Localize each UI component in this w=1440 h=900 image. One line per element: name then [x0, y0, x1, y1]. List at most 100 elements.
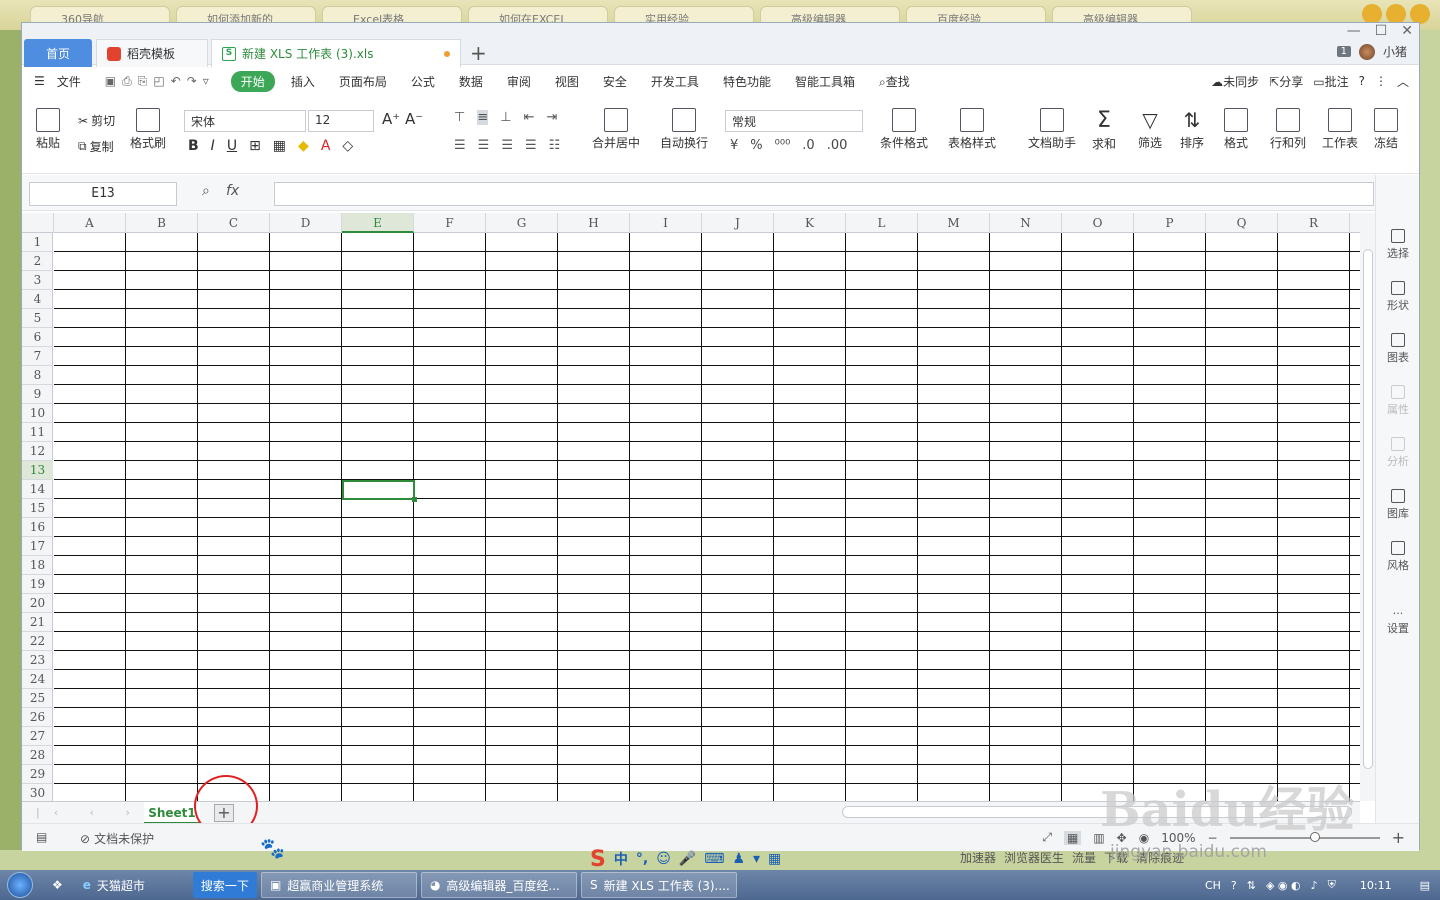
row-header[interactable]: 15: [22, 499, 53, 518]
punctuation-icon[interactable]: °,: [636, 851, 648, 867]
side-select-button[interactable]: 选择: [1376, 229, 1420, 261]
indent-decrease-icon[interactable]: ⇤: [524, 110, 535, 125]
align-bottom-icon[interactable]: ⊥: [500, 110, 511, 125]
toolbox-icon[interactable]: ▦: [768, 851, 781, 867]
menu-features[interactable]: 特色功能: [711, 73, 783, 90]
column-header[interactable]: B: [126, 213, 198, 233]
align-right-icon[interactable]: ☰: [501, 138, 513, 153]
accelerator-button[interactable]: 加速器: [960, 849, 996, 866]
emoji-icon[interactable]: ☺: [656, 851, 671, 867]
row-header[interactable]: 12: [22, 442, 53, 461]
show-desktop-icon[interactable]: ▤: [1420, 879, 1430, 892]
zoom-in-icon[interactable]: +: [1392, 828, 1405, 847]
font-grow-shrink[interactable]: A⁺ A⁻: [382, 110, 423, 128]
side-gallery-button[interactable]: 图库: [1376, 489, 1420, 521]
filter-button[interactable]: ▽ 筛选: [1138, 108, 1162, 151]
fill-color-icon[interactable]: ◆: [298, 138, 309, 154]
column-header[interactable]: O: [1062, 213, 1134, 233]
help-icon[interactable]: ?: [1231, 879, 1237, 892]
side-settings-button[interactable]: ··· 设置: [1376, 607, 1420, 636]
font-color-icon[interactable]: A: [321, 138, 331, 154]
fill-pattern-icon[interactable]: ▦: [273, 138, 286, 154]
freeze-button[interactable]: 冻结: [1374, 108, 1398, 151]
column-header[interactable]: Q: [1206, 213, 1278, 233]
column-header[interactable]: L: [846, 213, 918, 233]
share-button[interactable]: ⇱分享: [1269, 73, 1303, 90]
browser-doctor-button[interactable]: 浏览器医生: [1004, 849, 1064, 866]
menu-smart-toolbox[interactable]: 智能工具箱: [783, 73, 867, 90]
align-middle-icon[interactable]: ≡: [477, 110, 489, 125]
volume-icon[interactable]: ♪: [1311, 879, 1318, 892]
row-header-selected[interactable]: 13: [22, 461, 53, 480]
taskbar-search-button[interactable]: 搜索一下: [192, 872, 257, 898]
distribute-icon[interactable]: ☷: [549, 138, 561, 153]
row-header[interactable]: 20: [22, 594, 53, 613]
format-painter-button[interactable]: 格式刷: [130, 108, 166, 151]
formula-input[interactable]: [274, 182, 1374, 206]
eraser-icon[interactable]: ◇: [342, 138, 353, 154]
fullscreen-icon[interactable]: ⤢: [1042, 830, 1052, 845]
align-top-icon[interactable]: ⊤: [454, 110, 465, 125]
row-header[interactable]: 10: [22, 404, 53, 423]
network-icon[interactable]: ⇅: [1247, 879, 1256, 892]
row-header[interactable]: 1: [22, 233, 53, 252]
column-header[interactable]: K: [774, 213, 846, 233]
insert-function-icon[interactable]: fx: [226, 183, 239, 199]
menu-insert[interactable]: 插入: [279, 73, 327, 90]
border-icon[interactable]: ⊞: [249, 138, 261, 154]
collapse-ribbon-icon[interactable]: ︿: [1397, 73, 1409, 90]
row-header[interactable]: 5: [22, 309, 53, 328]
row-header[interactable]: 24: [22, 670, 53, 689]
quicklaunch-icon[interactable]: ❖: [44, 872, 71, 898]
bold-icon[interactable]: B: [188, 138, 199, 154]
currency-icon[interactable]: ¥: [730, 138, 738, 153]
column-header-selected[interactable]: E: [342, 213, 414, 233]
wrap-text-button[interactable]: 自动换行: [660, 108, 708, 151]
row-header[interactable]: 17: [22, 537, 53, 556]
column-header[interactable]: J: [702, 213, 774, 233]
column-header[interactable]: M: [918, 213, 990, 233]
doc-assistant-button[interactable]: 文档助手: [1028, 108, 1076, 151]
row-header[interactable]: 19: [22, 575, 53, 594]
decrease-decimal-icon[interactable]: .00: [827, 138, 848, 153]
tab-templates[interactable]: 稻壳模板: [96, 39, 208, 67]
column-header[interactable]: N: [990, 213, 1062, 233]
row-header[interactable]: 2: [22, 252, 53, 271]
tray-app-icons[interactable]: ◈ ◉ ◐: [1266, 879, 1301, 892]
increase-decimal-icon[interactable]: .0: [802, 138, 814, 153]
copy-button[interactable]: ⧉ 复制: [78, 138, 114, 155]
worksheet-button[interactable]: 工作表: [1322, 108, 1358, 151]
side-style-button[interactable]: 风格: [1376, 541, 1420, 573]
protection-status[interactable]: ⊘ 文档未保护: [80, 830, 154, 847]
clock[interactable]: 10:11: [1360, 879, 1392, 892]
row-header[interactable]: 30: [22, 784, 53, 801]
column-header[interactable]: C: [198, 213, 270, 233]
sum-button[interactable]: Σ 求和: [1092, 108, 1116, 152]
column-header[interactable]: P: [1134, 213, 1206, 233]
tab-document[interactable]: S 新建 XLS 工作表 (3).xls: [211, 39, 461, 67]
row-header[interactable]: 18: [22, 556, 53, 575]
row-header[interactable]: 29: [22, 765, 53, 784]
toolbar-quick-icons[interactable]: ▣⎙⎘◰↶↷▿: [93, 74, 227, 89]
row-header[interactable]: 28: [22, 746, 53, 765]
menu-start[interactable]: 开始: [230, 70, 275, 92]
font-size-select[interactable]: 12: [308, 110, 374, 132]
percent-icon[interactable]: %: [750, 138, 762, 153]
row-header[interactable]: 8: [22, 366, 53, 385]
sogou-logo-icon[interactable]: S: [590, 847, 606, 872]
rows-cols-button[interactable]: 行和列: [1270, 108, 1306, 151]
active-cell[interactable]: [342, 480, 417, 502]
maximize-icon[interactable]: [1386, 4, 1406, 24]
select-all-corner[interactable]: [22, 213, 54, 233]
start-button[interactable]: [0, 870, 40, 900]
align-center-icon[interactable]: ☰: [478, 138, 490, 153]
indent-increase-icon[interactable]: ⇥: [546, 110, 557, 125]
row-header[interactable]: 23: [22, 651, 53, 670]
table-style-button[interactable]: 表格样式: [948, 108, 996, 151]
ime-mode[interactable]: 中: [614, 849, 628, 869]
taskbar-item-spreadsheet[interactable]: S 新建 XLS 工作表 (3)....: [580, 872, 737, 898]
column-header[interactable]: D: [270, 213, 342, 233]
tab-home[interactable]: 首页: [24, 39, 92, 67]
zoom-lens-icon[interactable]: ⌕: [202, 183, 210, 199]
column-header[interactable]: R: [1278, 213, 1350, 233]
